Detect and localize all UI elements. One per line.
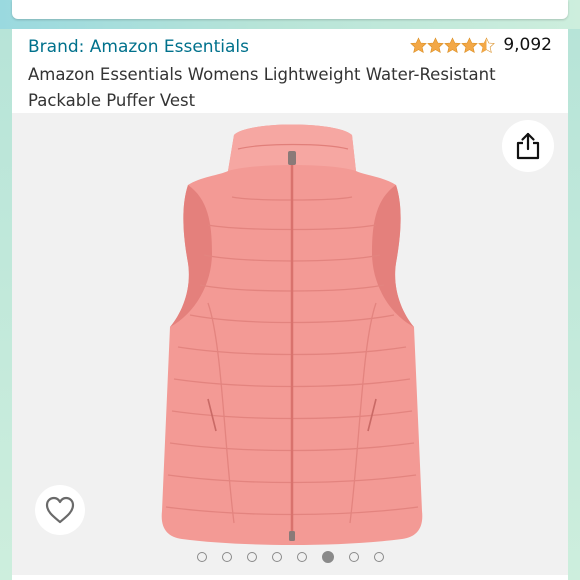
- frame-right: [568, 29, 580, 580]
- star-icon: [461, 36, 479, 53]
- carousel-dot[interactable]: [373, 552, 384, 562]
- rating-count: 9,092: [503, 35, 552, 55]
- heart-outline-icon: [45, 496, 75, 524]
- carousel-dot[interactable]: [348, 552, 359, 562]
- product-image-carousel[interactable]: [12, 113, 568, 575]
- wishlist-button[interactable]: [35, 485, 85, 535]
- carousel-dot-active[interactable]: [321, 551, 334, 563]
- product-card: Brand: Amazon Essentials 9,092 Amazon Es…: [12, 29, 568, 580]
- rating-summary[interactable]: 9,092: [410, 35, 552, 55]
- product-title: Amazon Essentials Womens Lightweight Wat…: [28, 65, 496, 110]
- star-icon: [410, 36, 428, 53]
- product-image: [161, 124, 423, 545]
- share-button[interactable]: [502, 120, 554, 172]
- carousel-dot[interactable]: [246, 552, 257, 562]
- carousel-pagination: [12, 545, 568, 569]
- star-icon: [427, 36, 445, 53]
- star-rating: [410, 36, 496, 54]
- carousel-dot[interactable]: [271, 552, 282, 562]
- star-icon: [444, 36, 462, 53]
- brand-link[interactable]: Brand: Amazon Essentials: [28, 37, 249, 57]
- frame-left: [0, 29, 12, 580]
- share-icon: [516, 132, 540, 160]
- carousel-dot[interactable]: [296, 552, 307, 562]
- app-header-band: [0, 0, 580, 29]
- half-star-icon: [478, 36, 496, 53]
- search-bar-edge[interactable]: [12, 0, 568, 19]
- carousel-dot[interactable]: [196, 552, 207, 562]
- carousel-dot[interactable]: [221, 552, 232, 562]
